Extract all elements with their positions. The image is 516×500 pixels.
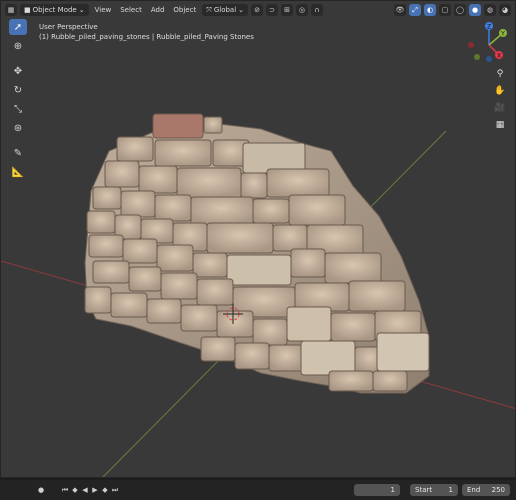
zoom-icon[interactable]: ⚲ <box>493 67 507 81</box>
chevron-down-icon: ⌄ <box>78 6 85 14</box>
object-mode-icon: ■ <box>24 6 31 14</box>
play-icon[interactable]: ▶ <box>90 484 100 496</box>
rendered-shading-icon[interactable]: ◕ <box>499 4 511 16</box>
falloff-icon[interactable]: ∩ <box>311 4 324 16</box>
start-frame-field[interactable]: Start 1 <box>410 484 458 496</box>
prev-keyframe-icon[interactable]: ◆ <box>70 484 80 496</box>
snap-icon[interactable]: ⊃ <box>266 4 279 16</box>
chevron-down-icon: ⌄ <box>238 6 245 14</box>
rotate-tool-icon[interactable]: ↻ <box>9 82 27 98</box>
viewport-editor-icon[interactable]: ▦ <box>5 4 17 16</box>
mode-selector[interactable]: ■ Object Mode ⌄ <box>20 4 89 16</box>
mode-label: Object Mode <box>32 6 77 14</box>
scale-tool-icon[interactable]: ⤡ <box>9 101 27 117</box>
start-value: 1 <box>448 486 453 494</box>
orientation-label: Global <box>213 6 237 14</box>
perspective-grid-icon[interactable]: ▦ <box>493 118 507 132</box>
perspective-label: User Perspective <box>39 23 98 31</box>
transform-orientation-selector[interactable]: ⤧ Global ⌄ <box>202 4 249 16</box>
menu-view[interactable]: View <box>92 4 115 16</box>
navigation-gizmo[interactable]: Z Y X <box>463 19 511 63</box>
measure-tool-icon[interactable]: 📐 <box>9 164 27 180</box>
pivot-point-icon[interactable]: ⊘ <box>251 4 264 16</box>
snap-target-icon[interactable]: ⊞ <box>281 4 294 16</box>
jump-end-icon[interactable]: ⏭ <box>110 484 120 496</box>
menu-select[interactable]: Select <box>117 4 145 16</box>
neg-z-axis-icon <box>486 56 492 62</box>
gizmo-z-label: Z <box>487 24 491 31</box>
viewport-scene <box>1 113 515 477</box>
gizmo-y-label: Y <box>500 31 505 38</box>
select-box-tool-icon[interactable]: ➚ <box>9 19 27 35</box>
solid-shading-icon[interactable]: ● <box>469 4 481 16</box>
start-label: Start <box>415 486 433 494</box>
current-frame-field[interactable]: 1 <box>354 484 400 496</box>
next-keyframe-icon[interactable]: ◆ <box>100 484 110 496</box>
visibility-icon[interactable]: 👁 <box>394 4 406 16</box>
end-value: 250 <box>491 486 505 494</box>
viewport-info: User Perspective (1) Rubble_piled_paving… <box>39 22 254 42</box>
wireframe-shading-icon[interactable]: ◯ <box>454 4 466 16</box>
camera-icon[interactable]: 🎥 <box>493 101 507 115</box>
gizmo-toggle-icon[interactable]: ⤢ <box>409 4 421 16</box>
orientation-icon: ⤧ <box>206 5 212 14</box>
neg-x-axis-icon <box>468 42 474 48</box>
cursor-tool-icon[interactable]: ⊕ <box>9 38 27 54</box>
timeline-bar: ● ⏮ ◆ ◀ ▶ ◆ ⏭ 1 Start 1 End 250 <box>0 480 516 500</box>
material-shading-icon[interactable]: ◍ <box>484 4 496 16</box>
overlay-toggle-icon[interactable]: ◐ <box>424 4 436 16</box>
transform-tool-icon[interactable]: ⊛ <box>9 120 27 136</box>
end-frame-field[interactable]: End 250 <box>462 484 510 496</box>
pan-hand-icon[interactable]: ✋ <box>493 84 507 98</box>
tool-shelf: ➚ ⊕ ✥ ↻ ⤡ ⊛ ✎ 📐 <box>9 19 27 183</box>
move-tool-icon[interactable]: ✥ <box>9 63 27 79</box>
proportional-editing-icon[interactable]: ◎ <box>296 4 309 16</box>
active-object-label: (1) Rubble_piled_paving_stones | Rubble_… <box>39 33 254 41</box>
menu-object[interactable]: Object <box>170 4 199 16</box>
end-label: End <box>467 486 481 494</box>
3d-viewport[interactable]: ▦ ■ Object Mode ⌄ View Select Add Object… <box>0 0 516 478</box>
xray-toggle-icon[interactable]: ▢ <box>439 4 451 16</box>
annotate-tool-icon[interactable]: ✎ <box>9 145 27 161</box>
navigation-tools: ⚲ ✋ 🎥 ▦ <box>493 67 507 135</box>
viewport-header: ▦ ■ Object Mode ⌄ View Select Add Object… <box>5 3 511 17</box>
rubble-stone-wall <box>84 113 430 394</box>
menu-add[interactable]: Add <box>148 4 168 16</box>
play-reverse-icon[interactable]: ◀ <box>80 484 90 496</box>
gizmo-x-label: X <box>497 53 501 60</box>
neg-y-axis-icon <box>474 54 480 60</box>
jump-start-icon[interactable]: ⏮ <box>60 484 70 496</box>
record-icon[interactable]: ● <box>36 484 46 496</box>
